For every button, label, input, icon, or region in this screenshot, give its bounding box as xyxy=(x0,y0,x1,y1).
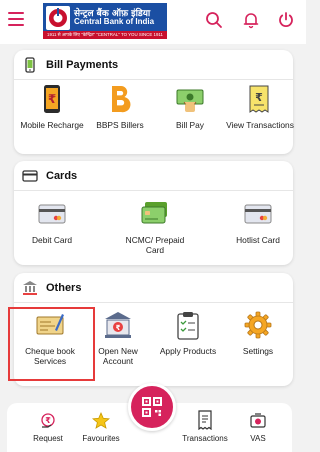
nav-label: VAS xyxy=(250,434,266,443)
section-title: Cards xyxy=(46,170,78,182)
cards-icon xyxy=(22,170,38,182)
item-label: NCMC/ Prepaid Card xyxy=(125,235,185,255)
nav-label: Transactions xyxy=(182,434,228,443)
qr-code-icon xyxy=(142,397,162,417)
notification-bell-icon[interactable] xyxy=(242,11,260,29)
search-icon[interactable] xyxy=(205,11,223,29)
power-icon[interactable] xyxy=(277,11,295,29)
clipboard-icon xyxy=(177,312,199,340)
apply-products-item[interactable]: Apply Products xyxy=(153,310,223,356)
debit-card-item[interactable]: Debit Card xyxy=(17,199,87,245)
divider xyxy=(14,79,293,80)
mobile-recharge-item[interactable]: ₹ Mobile Recharge xyxy=(17,84,87,130)
view-transactions-item[interactable]: ₹ View Transactions xyxy=(225,84,295,130)
nav-transactions[interactable]: Transactions xyxy=(177,410,233,443)
bill-pay-item[interactable]: Bill Pay xyxy=(155,84,225,130)
item-label: Apply Products xyxy=(159,346,217,356)
logo-mark-icon xyxy=(46,6,70,30)
top-bar: सेन्ट्रल बैंक ऑफ़ इंडिया Central Bank of… xyxy=(0,0,306,44)
logo-tagline: 1911 से आपके लिए "केन्द्रित" "CENTRAL" T… xyxy=(43,31,167,39)
qr-scan-button[interactable] xyxy=(128,383,176,431)
logo-name-text: Central Bank of India xyxy=(74,17,155,26)
cards-header: Cards xyxy=(22,168,77,184)
others-icon xyxy=(23,281,37,295)
item-label: Mobile Recharge xyxy=(20,120,84,130)
nav-vas[interactable]: VAS xyxy=(243,412,273,443)
others-header: Others xyxy=(22,280,81,296)
prepaid-card-item[interactable]: NCMC/ Prepaid Card xyxy=(120,199,190,255)
view-transactions-icon: ₹ xyxy=(249,85,269,113)
vas-icon xyxy=(250,413,266,428)
gear-icon xyxy=(244,311,272,339)
menu-icon[interactable] xyxy=(8,12,24,26)
receipt-icon xyxy=(198,410,212,430)
svg-text:₹: ₹ xyxy=(48,92,56,106)
divider xyxy=(14,302,293,303)
nav-favourites[interactable]: Favourites xyxy=(78,412,124,443)
mobile-recharge-icon: ₹ xyxy=(44,85,60,113)
nav-request[interactable]: ₹ Request xyxy=(29,412,67,443)
nav-label: Favourites xyxy=(82,434,120,443)
request-icon: ₹ xyxy=(41,413,55,428)
selection-highlight xyxy=(8,307,95,381)
item-label: View Transactions xyxy=(226,120,294,130)
bill-payments-card: Bill Payments ₹ Mobile Recharge BBPS Bil… xyxy=(14,50,295,154)
item-label: BBPS Billers xyxy=(96,120,144,130)
bbps-icon xyxy=(112,85,131,113)
item-label: Hotlist Card xyxy=(236,235,280,245)
star-icon xyxy=(92,412,110,429)
svg-text:₹: ₹ xyxy=(255,91,263,104)
settings-item[interactable]: Settings xyxy=(223,310,293,356)
hotlist-card-item[interactable]: Hotlist Card xyxy=(223,199,293,245)
item-label: Debit Card xyxy=(31,235,73,245)
section-title: Others xyxy=(46,282,82,294)
bank-icon: ₹ xyxy=(105,312,131,338)
bill-pay-icon xyxy=(176,89,204,112)
bank-logo: सेन्ट्रल बैंक ऑफ़ इंडिया Central Bank of… xyxy=(43,3,167,39)
nav-label: Request xyxy=(33,434,63,443)
divider xyxy=(14,190,293,191)
bbps-billers-item[interactable]: BBPS Billers xyxy=(85,84,155,130)
cards-card: Cards Debit Card NCMC/ Prepaid Card Hotl… xyxy=(14,161,293,265)
section-title: Bill Payments xyxy=(46,59,119,71)
svg-text:₹: ₹ xyxy=(45,416,51,425)
bill-payments-header: Bill Payments xyxy=(22,57,118,73)
item-label: Bill Pay xyxy=(176,120,204,130)
prepaid-card-icon xyxy=(141,202,167,224)
bill-payments-icon xyxy=(25,57,35,73)
item-label: Settings xyxy=(242,346,274,356)
svg-text:₹: ₹ xyxy=(116,324,121,332)
hotlist-card-icon xyxy=(244,204,272,224)
debit-card-icon xyxy=(38,204,66,224)
